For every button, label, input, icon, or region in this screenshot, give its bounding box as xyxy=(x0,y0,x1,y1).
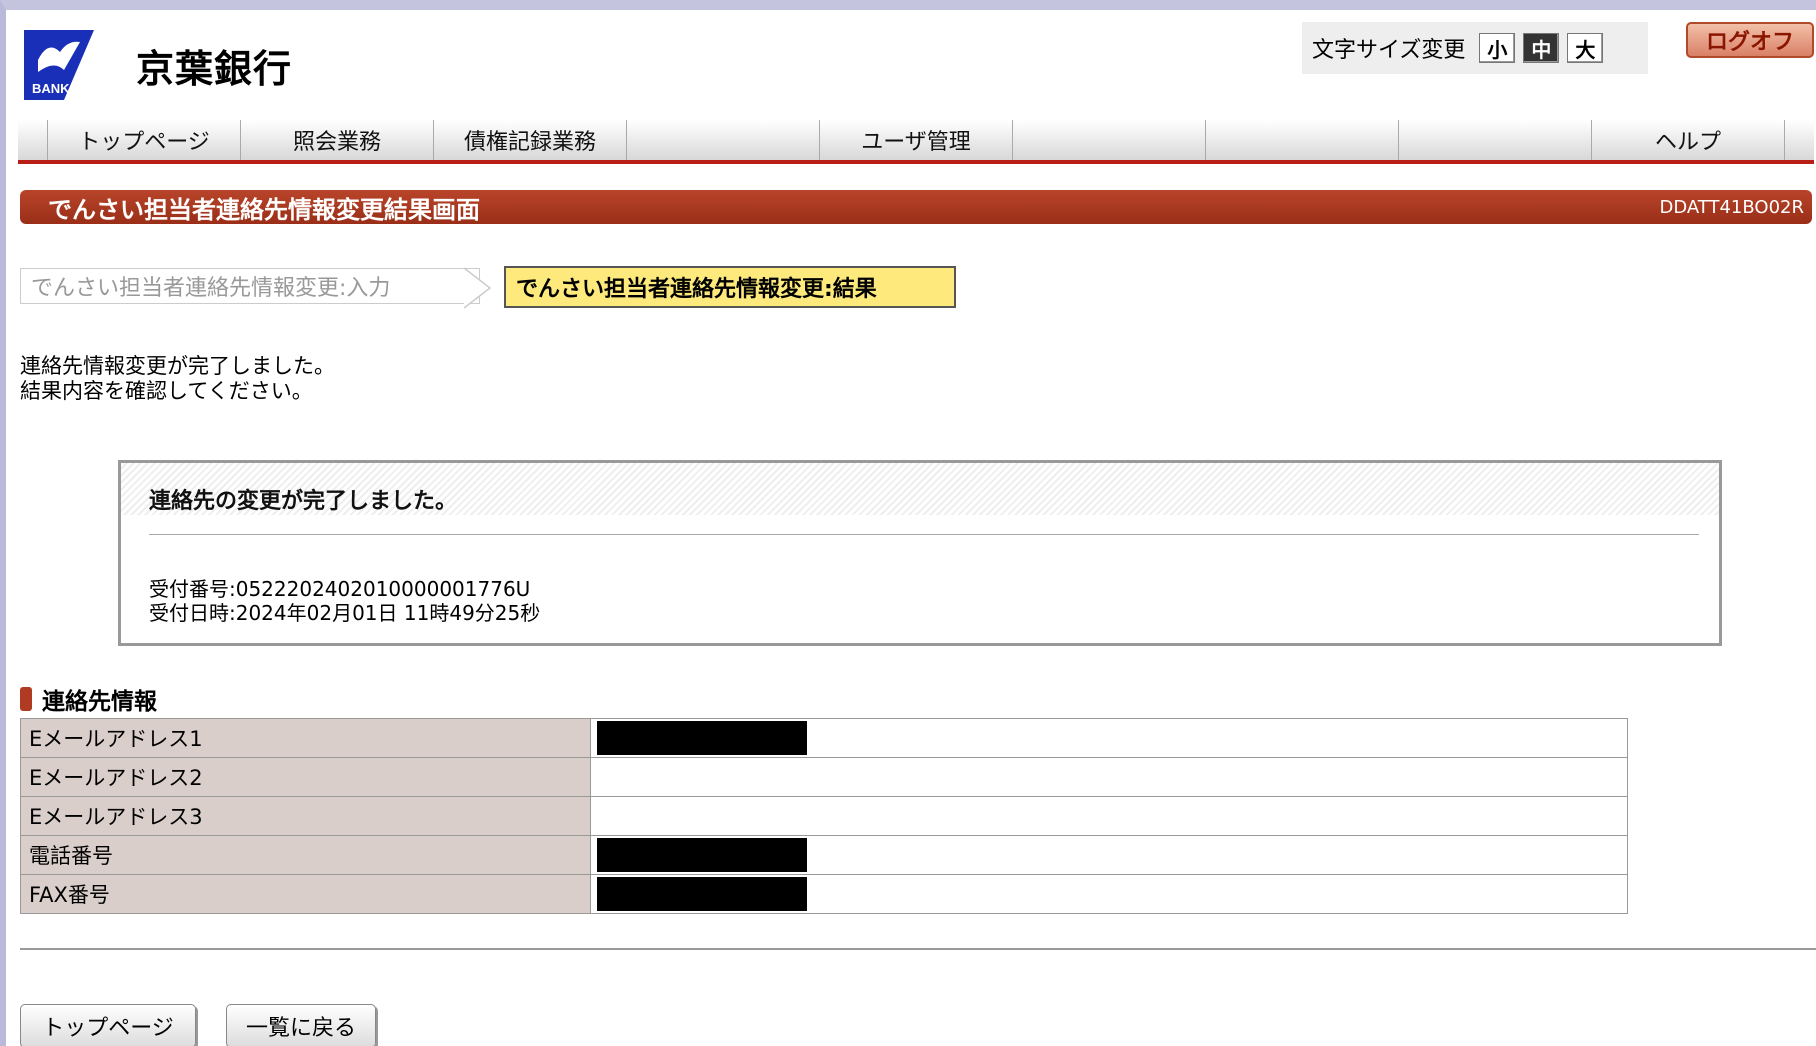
font-size-large-button[interactable]: 大 xyxy=(1567,33,1604,63)
page-title: でんさい担当者連絡先情報変更結果画面 xyxy=(48,195,480,224)
step-result: でんさい担当者連絡先情報変更:結果 xyxy=(504,266,956,308)
nav-item-empty-4 xyxy=(1399,120,1592,160)
logoff-button[interactable]: ログオフ xyxy=(1686,22,1814,58)
receipt-datetime: 受付日時:2024年02月01日 11時49分25秒 xyxy=(149,601,541,625)
nav-item-empty-2 xyxy=(1013,120,1206,160)
nav-item-empty-1 xyxy=(627,120,820,160)
message-line-2: 結果内容を確認してください。 xyxy=(20,379,313,403)
footer-divider xyxy=(20,948,1816,950)
message-line-1: 連絡先情報変更が完了しました。 xyxy=(20,354,335,378)
font-size-switcher: 文字サイズ変更 小 中 大 xyxy=(1302,22,1648,74)
page-title-bar: でんさい担当者連絡先情報変更結果画面 DDATT41BO02R xyxy=(20,190,1812,224)
nav-item-claim-records[interactable]: 債権記録業務 xyxy=(434,120,627,160)
font-size-label: 文字サイズ変更 xyxy=(1312,38,1466,63)
nav-item-user-management[interactable]: ユーザ管理 xyxy=(820,120,1013,160)
step-input: でんさい担当者連絡先情報変更:入力 xyxy=(20,268,480,304)
row-value-phone xyxy=(590,835,1628,875)
contact-section-title: 連絡先情報 xyxy=(20,682,157,716)
top-page-button[interactable]: トップページ xyxy=(20,1004,196,1046)
main-nav: トップページ 照会業務 債権記録業務 ユーザ管理 ヘルプ xyxy=(18,120,1814,164)
table-row: Eメールアドレス2 xyxy=(20,757,1628,797)
redacted-block xyxy=(597,877,807,911)
result-divider xyxy=(149,534,1699,535)
bank-name: 京葉銀行 xyxy=(136,47,293,91)
font-size-medium-button[interactable]: 中 xyxy=(1523,33,1560,63)
bank-logo[interactable]: BANK xyxy=(24,30,124,100)
row-value-email-1 xyxy=(590,718,1628,758)
row-label-phone: 電話番号 xyxy=(20,835,591,875)
table-row: Eメールアドレス3 xyxy=(20,796,1628,836)
section-marker-icon xyxy=(20,687,32,711)
redacted-block xyxy=(597,721,807,755)
result-title: 連絡先の変更が完了しました。 xyxy=(149,489,458,514)
header: BANK 京葉銀行 文字サイズ変更 小 中 大 ログオフ xyxy=(16,22,1816,122)
result-box: 連絡先の変更が完了しました。 受付番号:05222024020100000017… xyxy=(118,460,1722,646)
nav-item-top-page[interactable]: トップページ xyxy=(48,120,241,160)
table-row: FAX番号 xyxy=(20,874,1628,914)
nav-item-empty-3 xyxy=(1206,120,1399,160)
contact-table: Eメールアドレス1 Eメールアドレス2 Eメールアドレス3 電話番号 FAX番号 xyxy=(20,718,1628,914)
contact-section-label: 連絡先情報 xyxy=(42,689,157,715)
logo-text: BANK xyxy=(32,81,70,96)
table-row: Eメールアドレス1 xyxy=(20,718,1628,758)
nav-spacer xyxy=(18,120,48,160)
screen-code: DDATT41BO02R xyxy=(1659,196,1804,218)
row-label-email-3: Eメールアドレス3 xyxy=(20,796,591,836)
back-to-list-button[interactable]: 一覧に戻る xyxy=(226,1004,376,1046)
font-size-small-button[interactable]: 小 xyxy=(1479,33,1516,63)
row-label-email-1: Eメールアドレス1 xyxy=(20,718,591,758)
row-value-email-3 xyxy=(590,796,1628,836)
nav-item-inquiry[interactable]: 照会業務 xyxy=(241,120,434,160)
table-row: 電話番号 xyxy=(20,835,1628,875)
step-indicator: でんさい担当者連絡先情報変更:入力 でんさい担当者連絡先情報変更:結果 xyxy=(20,266,1020,310)
redacted-block xyxy=(597,838,807,872)
row-label-fax: FAX番号 xyxy=(20,874,591,914)
step-arrow-icon xyxy=(463,267,492,309)
completion-message: 連絡先情報変更が完了しました。 結果内容を確認してください。 xyxy=(20,354,335,404)
row-label-email-2: Eメールアドレス2 xyxy=(20,757,591,797)
row-value-fax xyxy=(590,874,1628,914)
nav-item-help[interactable]: ヘルプ xyxy=(1592,120,1785,160)
row-value-email-2 xyxy=(590,757,1628,797)
